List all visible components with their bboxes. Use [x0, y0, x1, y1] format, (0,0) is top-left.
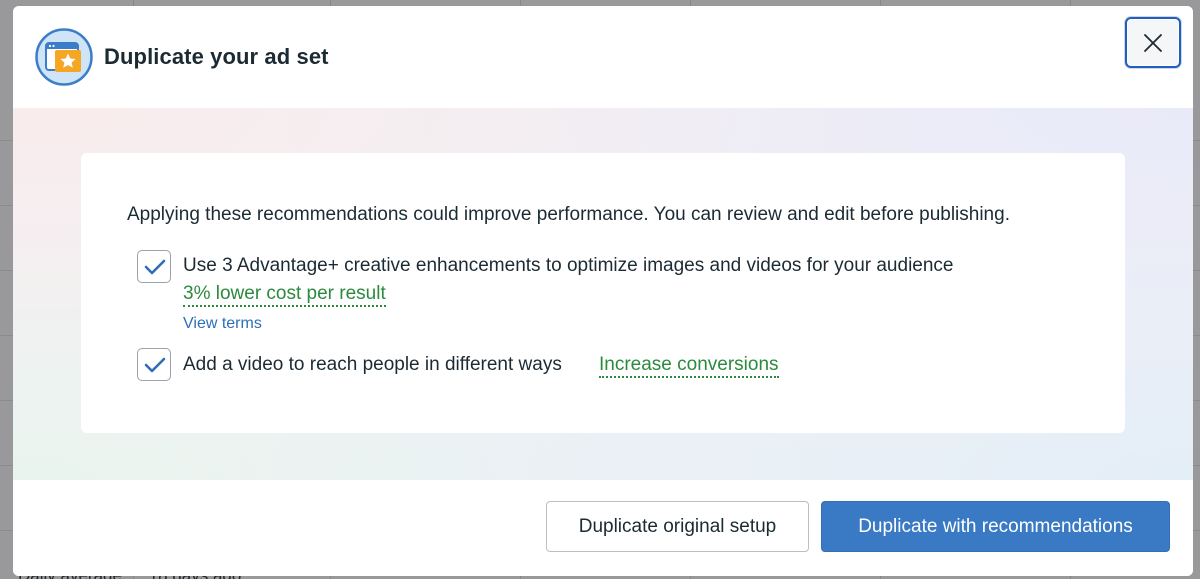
recommendations-intro: Applying these recommendations could imp…	[127, 204, 1010, 225]
recommendation-checkbox-video[interactable]	[137, 348, 171, 381]
recommendation-benefit-link[interactable]: Increase conversions	[599, 354, 779, 378]
recommendations-card: Applying these recommendations could imp…	[81, 153, 1125, 433]
dialog-footer: Duplicate original setup Duplicate with …	[13, 480, 1193, 576]
duplicate-ad-set-dialog: Duplicate your ad set Applying these rec…	[13, 6, 1193, 576]
recommendation-text: Add a video to reach people in different…	[183, 354, 562, 375]
duplicate-with-recommendations-button[interactable]: Duplicate with recommendations	[821, 501, 1170, 552]
dialog-header: Duplicate your ad set	[13, 6, 1193, 108]
dialog-title: Duplicate your ad set	[104, 44, 329, 69]
ad-set-duplicate-icon	[35, 28, 93, 86]
recommendation-text: Use 3 Advantage+ creative enhancements t…	[183, 255, 954, 276]
duplicate-original-button[interactable]: Duplicate original setup	[546, 501, 809, 552]
recommendation-benefit-link[interactable]: 3% lower cost per result	[183, 283, 386, 307]
close-button[interactable]	[1125, 17, 1181, 68]
recommendation-checkbox-creative[interactable]	[137, 250, 171, 283]
dialog-body: Applying these recommendations could imp…	[13, 108, 1193, 480]
checkmark-icon	[144, 357, 166, 373]
close-icon	[1144, 34, 1162, 52]
view-terms-link[interactable]: View terms	[183, 315, 262, 333]
checkmark-icon	[144, 259, 166, 275]
